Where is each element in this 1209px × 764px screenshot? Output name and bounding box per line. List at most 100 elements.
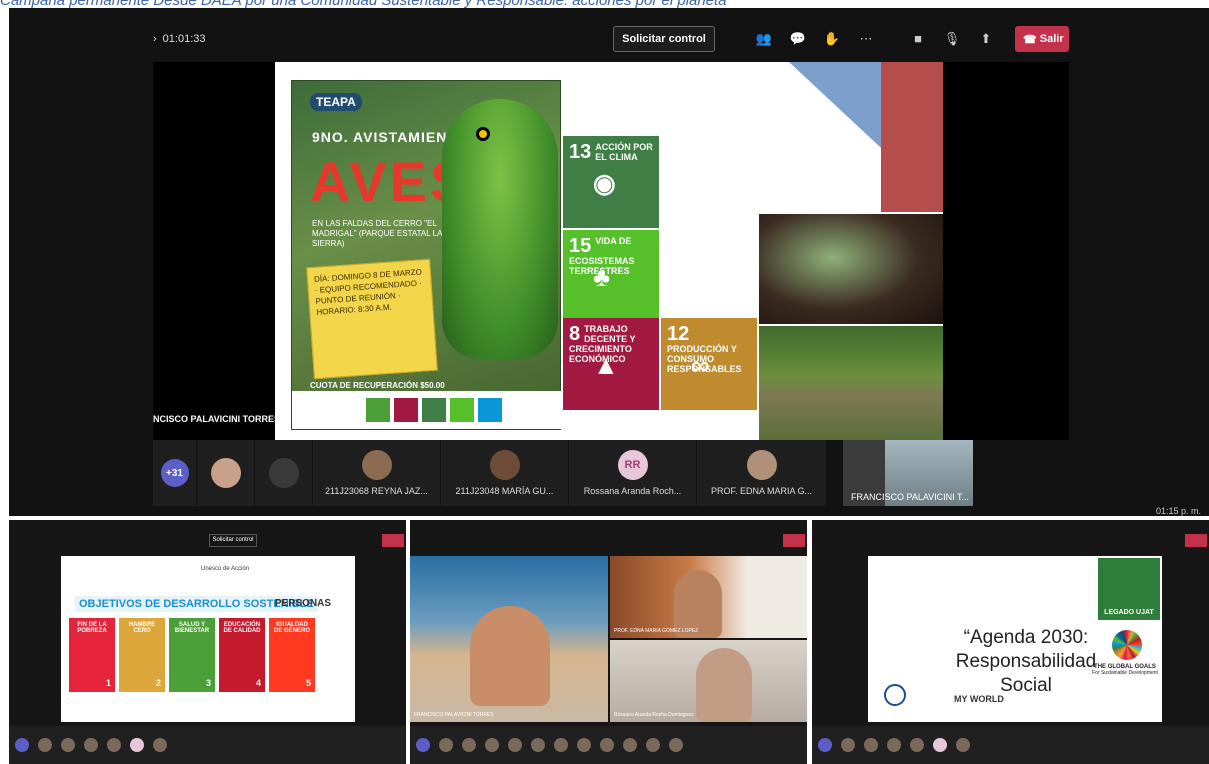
thumbnail-video-gallery: FRANCISCO PALAVICINI TORRES PROF. EDNA M…	[410, 520, 807, 764]
avatar	[153, 738, 167, 752]
video-tile-rossana[interactable]: Rossana Aranda Rocha Dominguez	[610, 640, 807, 722]
ods-category: PERSONAS	[274, 598, 331, 609]
more-options-icon[interactable]: ⋯	[857, 30, 875, 48]
avatar	[669, 738, 683, 752]
reactions-icon[interactable]: ✋	[823, 30, 841, 48]
mini-request-control[interactable]: Solicitar control	[209, 534, 257, 547]
avatar	[841, 738, 855, 752]
badge-label: LEGADO UJAT	[1104, 609, 1154, 616]
poster-sticky-note: DÍA: DOMINGO 8 DE MARZO · EQUIPO RECOMEN…	[306, 258, 438, 380]
avatar	[439, 738, 453, 752]
goal-tile: IGUALDAD DE GÉNERO 5	[269, 618, 315, 692]
video-name: PROF. EDNA MARIA GOMEZ LOPEZ	[614, 628, 699, 634]
video-name: Rossana Aranda Rocha Dominguez	[614, 712, 694, 718]
avatar	[61, 738, 75, 752]
mini-leave-button[interactable]	[783, 534, 805, 547]
goal-tile: SALUD Y BIENESTAR 3	[169, 618, 215, 692]
page-caption: Campaña permanente Desde DAEA por una Co…	[0, 0, 1209, 8]
request-control-button[interactable]: Solicitar control	[613, 26, 715, 52]
participant-more[interactable]: +31	[153, 440, 197, 506]
growth-chart-icon: ▲	[593, 350, 619, 380]
poster-cuota: CUOTA DE RECUPERACIÓN $50.00	[310, 381, 445, 390]
participant-tile[interactable]	[255, 440, 313, 506]
group-photo	[759, 326, 943, 440]
mini-leave-button[interactable]	[1185, 534, 1207, 547]
avatar	[489, 450, 520, 480]
goal-number: 4	[255, 678, 261, 688]
sdg-number: 12	[667, 323, 690, 345]
taskbar-clock: 01:15 p. m.	[1155, 506, 1201, 516]
share-icon[interactable]: ⬆	[977, 30, 995, 48]
infinity-icon: ∞	[691, 350, 710, 380]
participants-icon[interactable]: 👥	[755, 30, 773, 48]
chat-icon[interactable]: 💬	[789, 30, 807, 48]
avatar	[15, 738, 29, 752]
event-poster: TEAPA 9NO. AVISTAMIENTO DE AVES EN LAS F…	[291, 80, 562, 430]
participant-name: 211J23068 REYNA JAZ...	[325, 486, 428, 496]
leave-label: Salir	[1039, 33, 1064, 45]
shared-screen: TEAPA 9NO. AVISTAMIENTO DE AVES EN LAS F…	[153, 62, 1069, 440]
sdg-12-tile: 12 PRODUCCIÓN Y CONSUMO RESPONSABLES ∞	[661, 318, 757, 410]
mic-off-icon[interactable]: 🎙	[943, 30, 961, 48]
goal-number: 1	[105, 678, 111, 688]
poster-note-text: DÍA: DOMINGO 8 DE MARZO · EQUIPO RECOMEN…	[313, 267, 423, 317]
goal-tile: EDUCACIÓN DE CALIDAD 4	[219, 618, 265, 692]
avatar	[746, 450, 777, 480]
slide-decoration	[881, 62, 943, 212]
mini-participant-strip	[9, 726, 406, 764]
avatar	[84, 738, 98, 752]
participant-tile[interactable]: RR Rossana Aranda Roch...	[569, 440, 697, 506]
participant-tile[interactable]: PROF. EDNA MARIA G...	[697, 440, 827, 506]
goal-tile: FIN DE LA POBREZA 1	[69, 618, 115, 692]
avatar	[623, 738, 637, 752]
participant-name: 211J23048 MARÍA GU...	[455, 486, 554, 496]
avatar	[485, 738, 499, 752]
camera-off-icon[interactable]: ■	[909, 30, 927, 48]
video-tile-francisco[interactable]: FRANCISCO PALAVICINI TORRES	[410, 556, 608, 722]
cave-photo	[759, 214, 943, 324]
sdg-mini-icon	[478, 398, 502, 422]
meeting-timer: 01:01:33	[162, 33, 206, 45]
goal-label: SALUD Y BIENESTAR	[174, 622, 210, 634]
global-goals-wheel-icon	[1112, 630, 1142, 660]
goal-label: HAMBRE CERO	[128, 622, 156, 634]
goal-label: EDUCACIÓN DE CALIDAD	[223, 622, 261, 634]
thumbnail-agenda-slide: “Agenda 2030: Responsabilidad Social LEG…	[812, 520, 1209, 764]
avatar	[887, 738, 901, 752]
phone-icon: ☎	[1023, 33, 1040, 46]
sdg-number: 13	[569, 141, 592, 163]
avatar	[531, 738, 545, 752]
agenda-title: “Agenda 2030: Responsabilidad Social	[955, 627, 1097, 696]
mini-participant-strip	[812, 726, 1209, 764]
avatar	[130, 738, 144, 752]
poster-sdg-strip	[292, 391, 562, 429]
self-video[interactable]: FRANCISCO PALAVICINI T...	[843, 440, 973, 506]
avatar	[577, 738, 591, 752]
legado-badge: LEGADO UJAT	[1098, 558, 1160, 620]
myworld-logo: MY WORLD	[954, 694, 1004, 704]
mini-leave-button[interactable]	[382, 534, 404, 547]
video-tile-edna[interactable]: PROF. EDNA MARIA GOMEZ LOPEZ	[610, 556, 807, 638]
participant-tile[interactable]	[197, 440, 255, 506]
goal-number: 5	[305, 678, 311, 688]
mini-toolbar	[812, 520, 1209, 554]
participant-tile[interactable]: 211J23068 REYNA JAZ...	[313, 440, 441, 506]
parrot-eye	[476, 127, 490, 141]
slide-header: Unesco de Acción	[201, 566, 250, 572]
goal-tile: HAMBRE CERO 2	[119, 618, 165, 692]
goal-label: FIN DE LA POBREZA	[77, 622, 107, 634]
leave-button[interactable]: ☎ Salir	[1015, 26, 1069, 52]
avatar	[508, 738, 522, 752]
global-goals-sub: For Sustainable Development	[1092, 670, 1158, 676]
chevron-icon[interactable]: ›	[153, 33, 157, 45]
teams-meeting-main: › 01:01:33 Solicitar control 👥 💬 ✋ ⋯ ■ 🎙…	[9, 8, 1209, 516]
presentation-slide: TEAPA 9NO. AVISTAMIENTO DE AVES EN LAS F…	[275, 62, 943, 440]
parrot-image	[442, 99, 558, 359]
participant-tile[interactable]: 211J23048 MARÍA GU...	[441, 440, 569, 506]
person-figure	[470, 606, 550, 706]
avatar	[933, 738, 947, 752]
avatar	[646, 738, 660, 752]
tree-icon: ♣	[593, 262, 611, 292]
thumbnail-ods-slide: Solicitar control Unesco de Acción OBJET…	[9, 520, 406, 764]
avatar	[361, 450, 392, 480]
